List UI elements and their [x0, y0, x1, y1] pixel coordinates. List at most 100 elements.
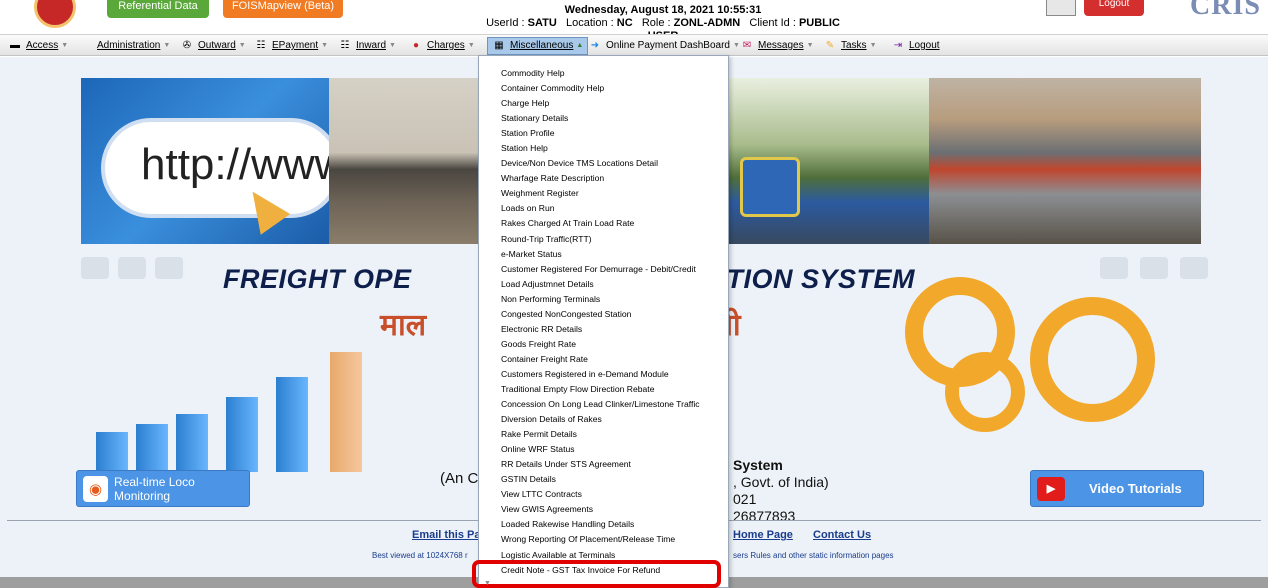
http-text: http://www. — [141, 140, 357, 189]
menu-item-emarket-status[interactable]: e-Market Status — [479, 247, 728, 262]
background-tile — [1140, 257, 1168, 279]
menu-item-commodity-help[interactable]: Commodity Help — [479, 66, 728, 81]
background-tile — [81, 257, 109, 279]
chart-bar-graphic — [276, 377, 308, 472]
banner-freight-train-image — [329, 78, 479, 244]
chart-bar-graphic — [96, 432, 128, 472]
menu-item-wrf-status[interactable]: Online WRF Status — [479, 442, 728, 457]
dashboard-icon: ➜ — [590, 40, 600, 51]
tasks-icon: ✎ — [825, 40, 835, 51]
banner-container-train-image — [929, 78, 1201, 244]
menu-miscellaneous[interactable]: ▦ Miscellaneous ▲ — [487, 37, 589, 55]
location-label: Location : — [565, 17, 614, 29]
menu-item-round-trip-traffic[interactable]: Round-Trip Traffic(RTT) — [479, 232, 728, 247]
gear-icon — [1030, 297, 1155, 422]
menu-item-stationary-details[interactable]: Stationary Details — [479, 111, 728, 126]
main-menu-bar: ▬ Access ▼ Administration ▼ ✇ Outward ▼ ☷ E… — [0, 34, 1268, 56]
menu-item-clinker-concession[interactable]: Concession On Long Lead Clinker/Limeston… — [479, 397, 728, 412]
map-pin-icon: ◉ — [83, 475, 109, 502]
menu-item-ltcc-contracts[interactable]: View LTTC Contracts — [479, 487, 728, 502]
chart-bar-graphic — [136, 424, 168, 472]
epayment-icon: ☷ — [256, 40, 266, 51]
menu-item-credit-note-gst[interactable]: Credit Note - GST Tax Invoice For Refund — [479, 563, 728, 578]
top-header: Referential Data FOISMapview (Beta) Wedn… — [0, 0, 1268, 42]
organization-text-right: System , Govt. of India) 021 26877893 — [733, 457, 829, 524]
role-label: Role : — [641, 17, 671, 29]
gear-icon — [945, 352, 1025, 432]
background-tile — [155, 257, 183, 279]
chart-bar-graphic — [226, 397, 258, 472]
menu-messages[interactable]: ✉ Messages ▼ — [740, 35, 814, 57]
menu-outward[interactable]: ✇ Outward ▼ — [180, 35, 246, 57]
menu-epayment[interactable]: ☷ EPayment ▼ — [254, 35, 329, 57]
location-value: NC — [616, 17, 633, 29]
menu-item-weighment-register[interactable]: Weighment Register — [479, 186, 728, 201]
current-datetime: Wednesday, August 18, 2021 10:55:31 — [564, 4, 762, 16]
menu-item-rr-sts[interactable]: RR Details Under STS Agreement — [479, 457, 728, 472]
play-icon: ▶ — [1037, 476, 1065, 501]
menu-inward[interactable]: ☷ Inward ▼ — [338, 35, 396, 57]
home-page-link[interactable]: Home Page — [733, 529, 793, 541]
keyboard-icon[interactable] — [1046, 0, 1076, 16]
foismapview-button[interactable]: FOISMapview (Beta) — [223, 0, 343, 18]
menu-item-logistic-terminals[interactable]: Logistic Available at Terminals — [479, 548, 728, 563]
menu-item-edemand-customers[interactable]: Customers Registered in e-Demand Module — [479, 367, 728, 382]
userid-value: SATU — [527, 17, 557, 29]
video-tutorials-button[interactable]: ▶ Video Tutorials — [1030, 470, 1204, 507]
rules-note: sers Rules and other static information … — [733, 551, 894, 560]
menu-item-diversion-details[interactable]: Diversion Details of Rakes — [479, 412, 728, 427]
misc-icon: ▦ — [494, 40, 504, 51]
menu-item-station-help[interactable]: Station Help — [479, 141, 728, 156]
menu-item-wharfage-rate[interactable]: Wharfage Rate Description — [479, 171, 728, 186]
indian-railways-logo — [34, 0, 76, 28]
menu-online-payment-dashboard[interactable]: ➜ Online Payment DashBoard ▼ — [588, 35, 740, 57]
menu-item-wrong-reporting[interactable]: Wrong Reporting Of Placement/Release Tim… — [479, 532, 728, 547]
menu-item-container-freight-rate[interactable]: Container Freight Rate — [479, 352, 728, 367]
menu-item-loads-on-run[interactable]: Loads on Run — [479, 201, 728, 216]
menu-item-empty-flow-rebate[interactable]: Traditional Empty Flow Direction Rebate — [479, 382, 728, 397]
realtime-loco-monitoring-button[interactable]: ◉ Real-time Loco Monitoring — [76, 470, 250, 507]
menu-item-container-commodity-help[interactable]: Container Commodity Help — [479, 81, 728, 96]
menu-item-gwis-agreements[interactable]: View GWIS Agreements — [479, 502, 728, 517]
role-value: ZONL-ADMN — [673, 17, 741, 29]
organization-text-left: (An C — [440, 470, 479, 487]
contact-us-link[interactable]: Contact Us — [813, 529, 871, 541]
referential-data-button[interactable]: Referential Data — [107, 0, 209, 18]
messages-icon: ✉ — [742, 40, 752, 51]
menu-item-station-profile[interactable]: Station Profile — [479, 126, 728, 141]
menu-item-congested-station[interactable]: Congested NonCongested Station — [479, 307, 728, 322]
menu-item-tms-locations[interactable]: Device/Non Device TMS Locations Detail — [479, 156, 728, 171]
chart-bar-graphic — [176, 414, 208, 472]
menu-tasks[interactable]: ✎ Tasks ▼ — [823, 35, 877, 57]
scroll-down-icon[interactable]: ▼ — [484, 580, 491, 587]
charges-icon: ● — [412, 40, 420, 51]
menu-administration[interactable]: Administration ▼ — [97, 35, 170, 57]
access-icon: ▬ — [10, 40, 20, 51]
menu-logout[interactable]: ⇥ Logout — [891, 35, 940, 57]
outward-icon: ✇ — [182, 40, 192, 51]
menu-item-gstin-details[interactable]: GSTIN Details — [479, 472, 728, 487]
banner-web-image: http://www. — [81, 78, 356, 244]
chart-bar-graphic — [330, 352, 362, 472]
client-label: Client Id : — [749, 17, 796, 29]
menu-item-non-performing-terminals[interactable]: Non Performing Terminals — [479, 292, 728, 307]
logout-button-top[interactable]: Logout — [1084, 0, 1144, 16]
menu-item-goods-freight-rate[interactable]: Goods Freight Rate — [479, 337, 728, 352]
menu-charges[interactable]: ● Charges ▼ — [409, 35, 475, 57]
email-this-page-link[interactable]: Email this Pa — [412, 529, 480, 541]
locomotive-graphic — [740, 157, 800, 217]
background-tile — [118, 257, 146, 279]
menu-access[interactable]: ▬ Access ▼ — [8, 35, 68, 57]
menu-item-charge-help[interactable]: Charge Help — [479, 96, 728, 111]
menu-item-electronic-rr[interactable]: Electronic RR Details — [479, 322, 728, 337]
menu-item-rakewise-handling[interactable]: Loaded Rakewise Handling Details — [479, 517, 728, 532]
menu-item-demurrage-customers[interactable]: Customer Registered For Demurrage - Debi… — [479, 262, 728, 277]
cris-logo: CRIS — [1190, 0, 1261, 21]
background-tile — [1100, 257, 1128, 279]
userid-label: UserId : — [486, 17, 525, 29]
menu-item-rake-permit[interactable]: Rake Permit Details — [479, 427, 728, 442]
miscellaneous-dropdown: Commodity Help Container Commodity Help … — [478, 55, 729, 588]
logout-icon: ⇥ — [893, 40, 903, 51]
menu-item-rakes-charged[interactable]: Rakes Charged At Train Load Rate — [479, 216, 728, 231]
menu-item-load-adjustment[interactable]: Load Adjustmnet Details — [479, 277, 728, 292]
